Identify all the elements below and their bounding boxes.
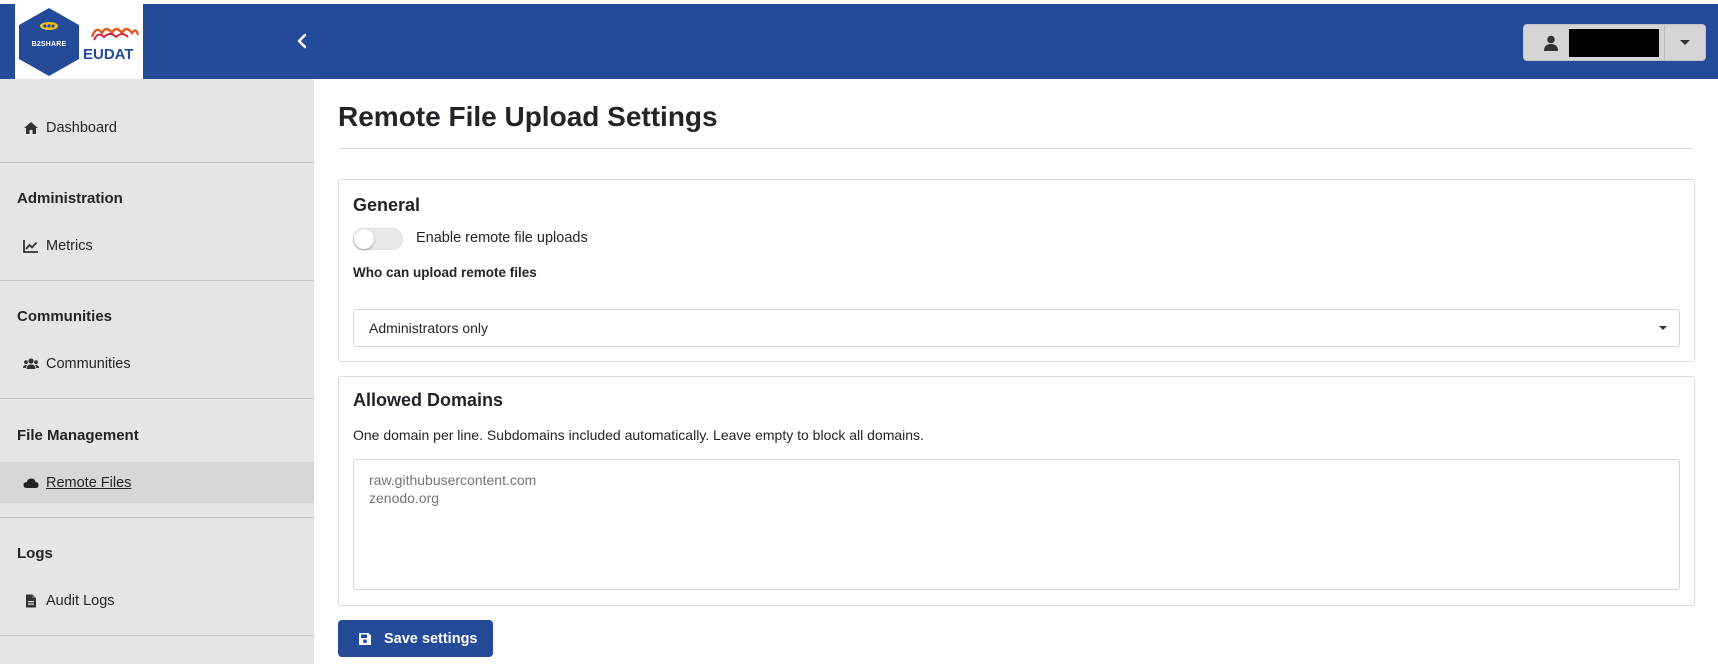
sidebar-item-label: Communities	[46, 355, 131, 372]
sidebar-heading-logs: Logs	[17, 545, 53, 562]
select-value: Administrators only	[369, 320, 489, 336]
chevron-left-icon	[297, 33, 307, 49]
save-settings-label: Save settings	[384, 630, 478, 647]
sidebar-item-label: Remote Files	[46, 474, 132, 491]
allowed-domains-title: Allowed Domains	[353, 390, 504, 410]
sidebar-divider	[0, 517, 314, 518]
file-icon	[26, 594, 36, 607]
user-icon	[1544, 35, 1558, 51]
eudat-mark-icon	[90, 27, 140, 41]
enable-remote-uploads-label: Enable remote file uploads	[416, 230, 588, 246]
collapse-sidebar-button[interactable]	[296, 31, 316, 53]
user-menu-divider	[1664, 25, 1665, 60]
toggle-knob	[354, 229, 374, 249]
who-can-upload-select[interactable]: Administrators only	[353, 309, 1680, 347]
save-settings-button[interactable]: Save settings	[338, 620, 493, 657]
sidebar-item-dashboard[interactable]: Dashboard	[0, 107, 314, 148]
sidebar: Dashboard Administration Metrics Communi…	[0, 79, 314, 664]
sidebar-heading-communities: Communities	[17, 308, 113, 325]
allowed-domains-textarea[interactable]	[353, 459, 1680, 590]
chevron-down-icon[interactable]	[1680, 40, 1690, 45]
user-menu-button[interactable]	[1523, 24, 1706, 61]
cloud-icon	[23, 478, 39, 488]
users-icon	[23, 357, 39, 369]
sidebar-item-remote-files[interactable]: Remote Files	[0, 462, 314, 503]
sidebar-item-label: Audit Logs	[46, 592, 115, 609]
sidebar-divider	[0, 635, 314, 636]
top-navbar: B2SHARE EUDAT	[0, 0, 1718, 79]
page-title: Remote File Upload Settings	[338, 101, 718, 132]
home-icon	[24, 121, 38, 134]
general-card: General Enable remote file uploads Who c…	[338, 179, 1695, 362]
logo-brand-text: EUDAT	[83, 46, 134, 63]
sidebar-heading-file-management: File Management	[17, 427, 139, 444]
chevron-down-icon	[1659, 326, 1667, 330]
allowed-domains-card: Allowed Domains One domain per line. Sub…	[338, 376, 1695, 606]
sidebar-divider	[0, 398, 314, 399]
enable-remote-uploads-toggle[interactable]	[353, 228, 403, 250]
sidebar-item-label: Metrics	[46, 237, 93, 254]
sidebar-divider	[0, 280, 314, 281]
logo[interactable]: B2SHARE EUDAT	[15, 4, 143, 79]
chart-line-icon	[23, 239, 38, 253]
who-can-upload-label: Who can upload remote files	[353, 265, 537, 280]
logo-hex-text: B2SHARE	[31, 41, 67, 48]
sidebar-item-label: Dashboard	[46, 119, 117, 136]
user-name	[1569, 29, 1659, 57]
sidebar-item-metrics[interactable]: Metrics	[0, 225, 314, 266]
sidebar-item-communities[interactable]: Communities	[0, 343, 314, 384]
navbar-background	[0, 4, 1718, 79]
save-icon	[359, 632, 371, 645]
sidebar-divider	[0, 162, 314, 163]
general-card-title: General	[353, 195, 421, 215]
sidebar-item-audit-logs[interactable]: Audit Logs	[0, 580, 314, 621]
allowed-domains-help: One domain per line. Subdomains included…	[353, 427, 924, 443]
title-divider	[338, 148, 1694, 149]
sidebar-heading-administration: Administration	[17, 190, 123, 207]
